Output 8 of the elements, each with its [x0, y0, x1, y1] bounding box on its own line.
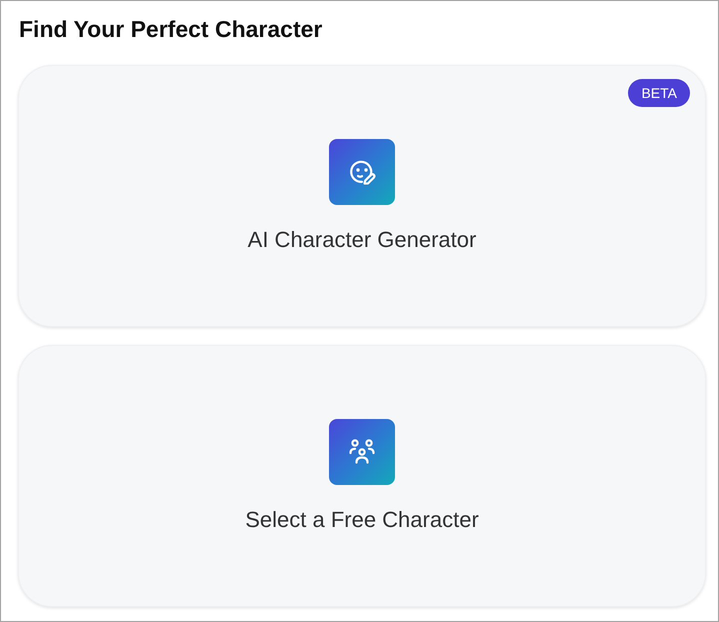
option-card[interactable]: BETA AI Character Generator: [18, 65, 706, 327]
option-label: Select a Free Character: [245, 507, 479, 533]
page-title: Find Your Perfect Character: [19, 16, 324, 43]
option-card[interactable]: Select a Free Character: [18, 345, 706, 607]
option-label: AI Character Generator: [248, 227, 476, 253]
beta-badge: BETA: [628, 79, 690, 107]
smiley-pencil-icon: [329, 139, 395, 205]
people-group-icon: [329, 419, 395, 485]
